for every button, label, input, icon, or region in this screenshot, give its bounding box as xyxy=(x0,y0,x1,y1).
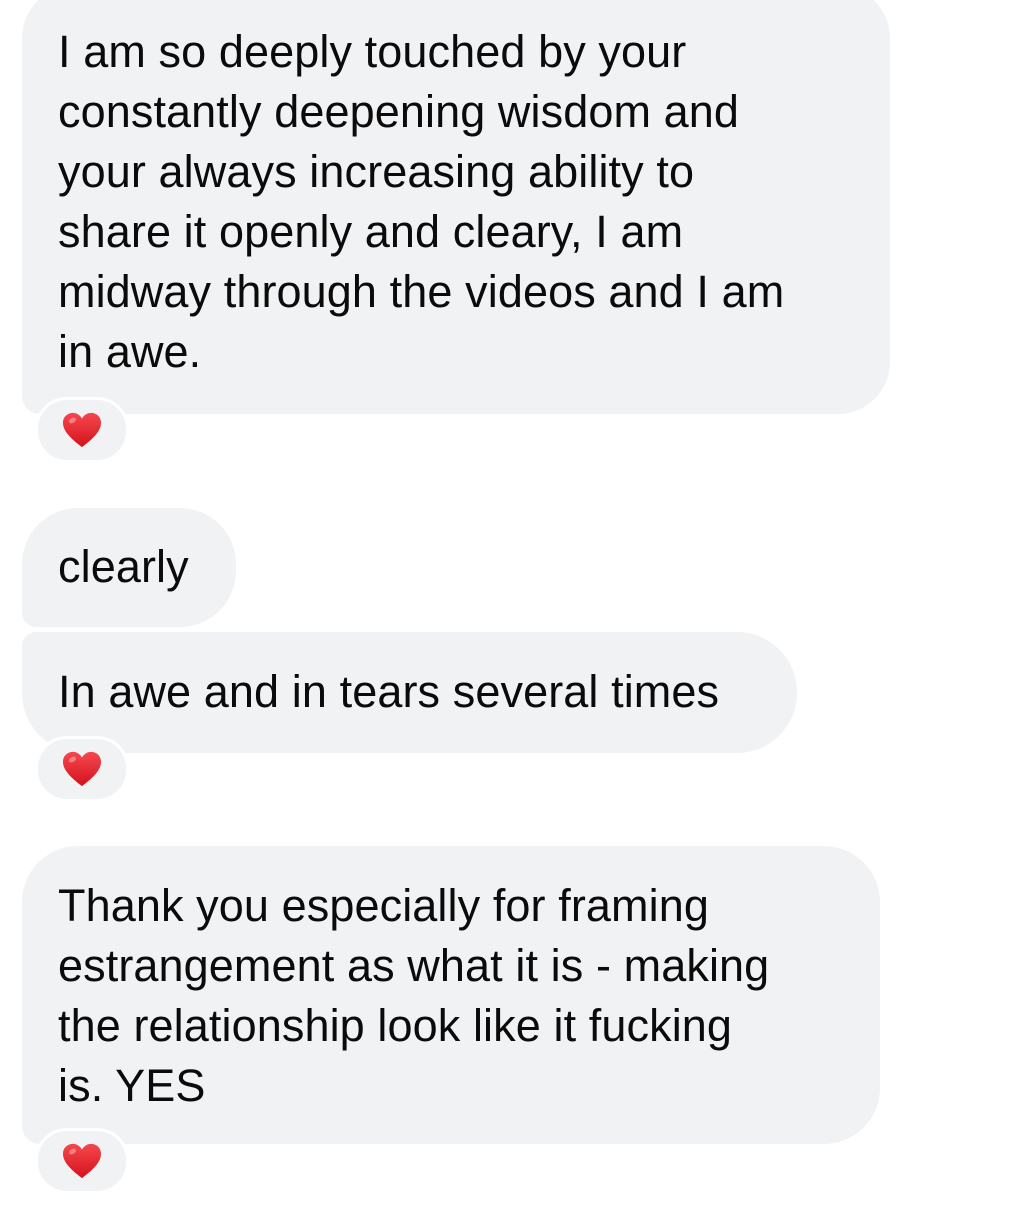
message-bubble[interactable]: Thank you especially for framing estrang… xyxy=(22,846,880,1144)
message-reaction[interactable] xyxy=(35,736,129,802)
heart-icon xyxy=(63,751,101,787)
message-bubble[interactable]: clearly xyxy=(22,508,236,627)
message-reaction[interactable] xyxy=(35,397,129,463)
message-bubble[interactable]: In awe and in tears several times xyxy=(22,632,797,753)
message-bubble[interactable]: I am so deeply touched by your constantl… xyxy=(22,0,890,414)
heart-icon xyxy=(63,412,101,448)
message-reaction[interactable] xyxy=(35,1128,129,1194)
heart-icon xyxy=(63,1143,101,1179)
